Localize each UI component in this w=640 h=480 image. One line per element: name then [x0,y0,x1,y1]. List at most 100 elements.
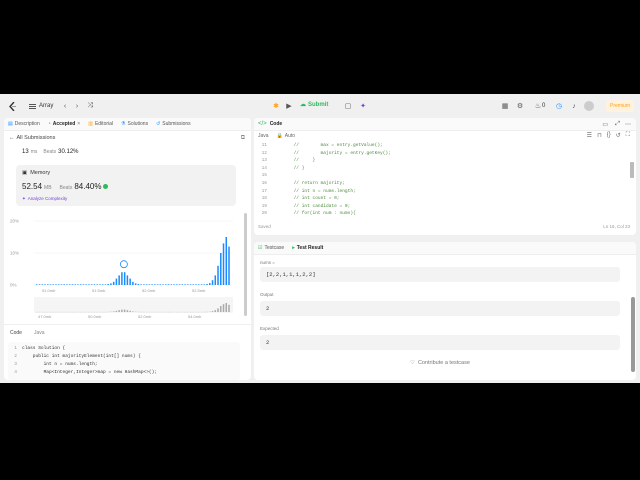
y-tick-label: 10% [10,251,19,256]
chart-bar [195,284,197,285]
x-tick-label: 52.5mb [192,288,206,293]
code-line: 2 public int majorityElement(int[] nums)… [8,353,141,360]
chart-bar [181,284,184,285]
code-editor[interactable]: 11 // max = entry.getValue(); 12 // major… [254,142,629,220]
layout-icon[interactable]: ▦ [500,101,510,111]
nums-label: nums = [260,260,275,265]
line-number: 11 [261,143,267,148]
memory-beats: 84.40% [74,182,102,191]
terminal-icon: ▸ [292,245,295,251]
chart-bar [115,278,118,285]
contribute-testcase-link[interactable]: ♡ Contribute a testcase [410,360,470,366]
chart-bar [140,284,142,285]
editor-line: 16 // return majority; [254,180,345,187]
sparkle-icon[interactable]: ✦ [358,101,368,111]
all-submissions-link[interactable]: ← All Submissions [9,135,55,141]
line-text: class Solution { [22,346,66,351]
heart-icon: ♡ [410,360,415,366]
chart-bar [107,284,109,285]
chart-bar [93,284,96,285]
code-lang[interactable]: Java [34,330,45,336]
chart-bar [167,284,170,285]
memory-icon: ▣ [22,170,28,176]
chart-bar [137,284,140,285]
chart-bar [187,284,189,285]
chart-bar [60,284,63,285]
line-text: // return majority; [272,181,345,186]
auto-mode[interactable]: 🔒 Auto [277,133,296,139]
editor-line: 15 [254,172,272,179]
y-tick-label: 0% [10,283,17,288]
tab-testcase[interactable]: ☑ Testcase [258,245,284,251]
avatar[interactable] [584,101,594,111]
analyze-complexity-link[interactable]: ✦ Analyze Complexity [22,196,67,202]
panel-resize-handle[interactable] [254,235,636,238]
settings-icon[interactable]: ⚙ [515,101,525,111]
chevron-left-icon[interactable]: ‹ [60,101,70,111]
test-scrollbar[interactable] [631,297,635,372]
tab-solutions[interactable]: ⚗ Solutions [121,121,148,127]
overview-tick-label: 52.0mb [138,314,152,319]
chart-bar [101,284,104,285]
book-icon: ▥ [88,121,93,127]
chart-bar [151,284,153,285]
expand-icon[interactable]: ⤢ [615,121,620,128]
chart-bar [154,284,156,285]
timer-icon[interactable]: ◷ [554,101,564,111]
line-text: // majority = entry.getKey(); [272,150,391,156]
maximize-icon[interactable]: ▭ [602,121,608,128]
problem-list-label[interactable]: Array [39,103,53,109]
fullscreen-icon[interactable]: ⛶ [626,132,630,139]
tab-description[interactable]: ▤ Description [8,121,40,127]
chart-bar [77,284,79,285]
list-icon[interactable] [27,101,37,111]
runtime-value: 13 [22,149,29,155]
code-tabs: </> Code ▭ ⤢ ⋯ [254,118,636,131]
line-text: // for(int num : nums){ [272,211,356,217]
debug-icon[interactable]: ✱ [271,101,281,111]
share-icon[interactable]: ⧉ [241,135,245,142]
close-icon[interactable]: × [77,121,80,127]
overview-tick-label: 50.0mb [88,314,102,319]
chart-bar [132,281,134,285]
chart-bar [129,278,131,285]
braces-icon[interactable]: {} [607,132,611,139]
menu-icon[interactable]: ⋯ [625,121,631,128]
overview-bar [123,309,126,312]
chart-bar [36,284,38,285]
x-tick-label: 51.5mb [92,288,106,293]
chevron-right-icon[interactable]: › [72,101,82,111]
code-title[interactable]: Code [270,121,283,127]
user-marker [119,260,128,269]
chart-bar [225,237,228,285]
chart-bar [159,284,162,285]
bell-icon[interactable]: ♪ [569,101,579,111]
bookmark-icon[interactable]: ⊓ [597,132,602,139]
memory-distribution-chart: 20% 10% 0% 51.0mb 51.5mb 52.0mb 52.5mb 47.0mb 50… [10,219,233,319]
tab-test-result[interactable]: ▸ Test Result [292,245,323,251]
editor-line: 19 // int candidate = 0; [254,203,351,210]
shuffle-icon[interactable]: ⤨ [85,101,95,111]
overview-bar [225,303,228,312]
language-select[interactable]: Java [258,133,269,139]
chart-bar [90,284,93,285]
line-text: // } [272,158,316,164]
run-icon[interactable]: ▶ [284,101,294,111]
tab-accepted[interactable]: ◔ Accepted × [48,121,80,127]
line-number: 2 [14,354,17,359]
logo-icon[interactable] [8,101,18,111]
format-icon[interactable]: ☰ [587,132,592,139]
submit-button[interactable]: ☁ Submit [300,101,328,109]
memory-card[interactable]: ▣ Memory 52.54 MB Beats 84.40% ✦ Analyze… [16,165,236,206]
chart-bar [220,253,222,285]
premium-button[interactable]: Premium [606,100,634,112]
editor-line: 11 // max = entry.getValue(); [254,142,383,149]
left-scrollbar[interactable] [244,213,247,316]
tab-editorial[interactable]: ▥ Editorial [88,121,113,127]
editor-scrollbar[interactable] [630,162,634,178]
note-icon[interactable]: ▢ [343,101,353,111]
chart-bar [189,284,192,285]
chart-bar [57,284,60,285]
reset-icon[interactable]: ↺ [616,132,621,139]
tab-submissions[interactable]: ↺ Submissions [156,121,191,127]
